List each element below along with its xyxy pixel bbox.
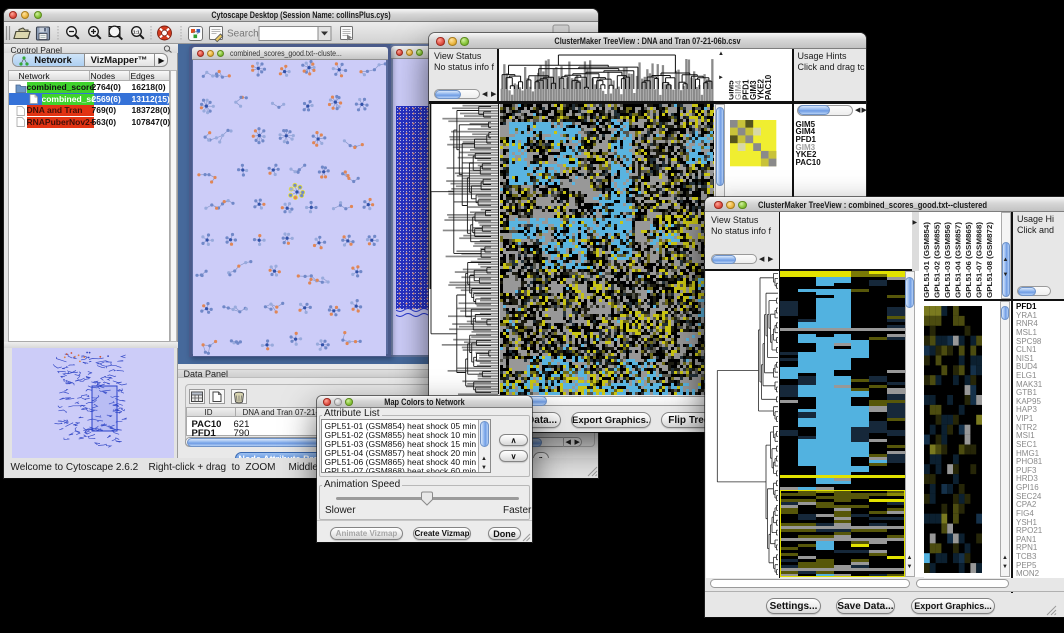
svg-text:1:1: 1:1 <box>133 29 140 34</box>
svg-text:Search:: Search: <box>227 28 261 39</box>
svg-text:PAC10: PAC10 <box>764 74 773 100</box>
